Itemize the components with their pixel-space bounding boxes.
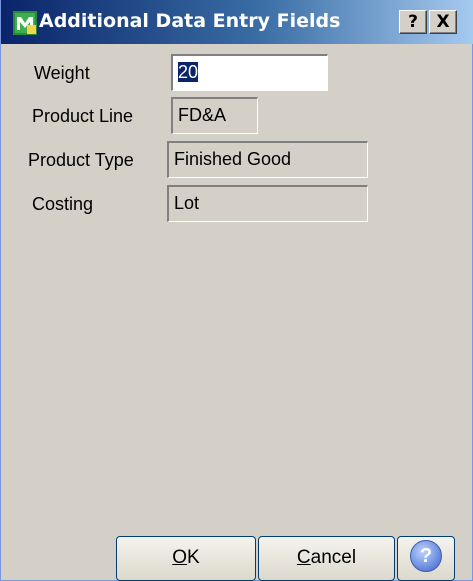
title-help-button[interactable]: ? [399, 10, 427, 34]
window-title: Additional Data Entry Fields [39, 10, 341, 32]
cancel-label-rest: ancel [310, 547, 357, 568]
product-type-field: Finished Good [167, 141, 368, 178]
product-type-label: Product Type [28, 150, 134, 170]
costing-label: Costing [32, 194, 94, 214]
product-line-label: Product Line [32, 106, 134, 126]
product-line-field: FD&A [171, 97, 258, 134]
dialog-window: Additional Data Entry Fields ? X Weight … [0, 0, 473, 581]
ok-button[interactable]: OK [116, 536, 256, 581]
weight-label: Weight [34, 63, 90, 83]
costing-field: Lot [167, 185, 368, 222]
weight-input[interactable]: 20 [171, 54, 328, 91]
cancel-button[interactable]: Cancel [258, 536, 395, 581]
help-button[interactable]: ? [397, 536, 455, 581]
ok-label-rest: K [187, 547, 200, 568]
app-icon [13, 11, 37, 35]
ok-mnemonic: O [172, 547, 188, 568]
title-close-button[interactable]: X [429, 10, 457, 34]
title-bar[interactable]: Additional Data Entry Fields ? X [1, 0, 473, 44]
cancel-mnemonic: C [296, 547, 311, 568]
help-circle-icon: ? [410, 540, 442, 573]
weight-value: 20 [178, 62, 199, 82]
